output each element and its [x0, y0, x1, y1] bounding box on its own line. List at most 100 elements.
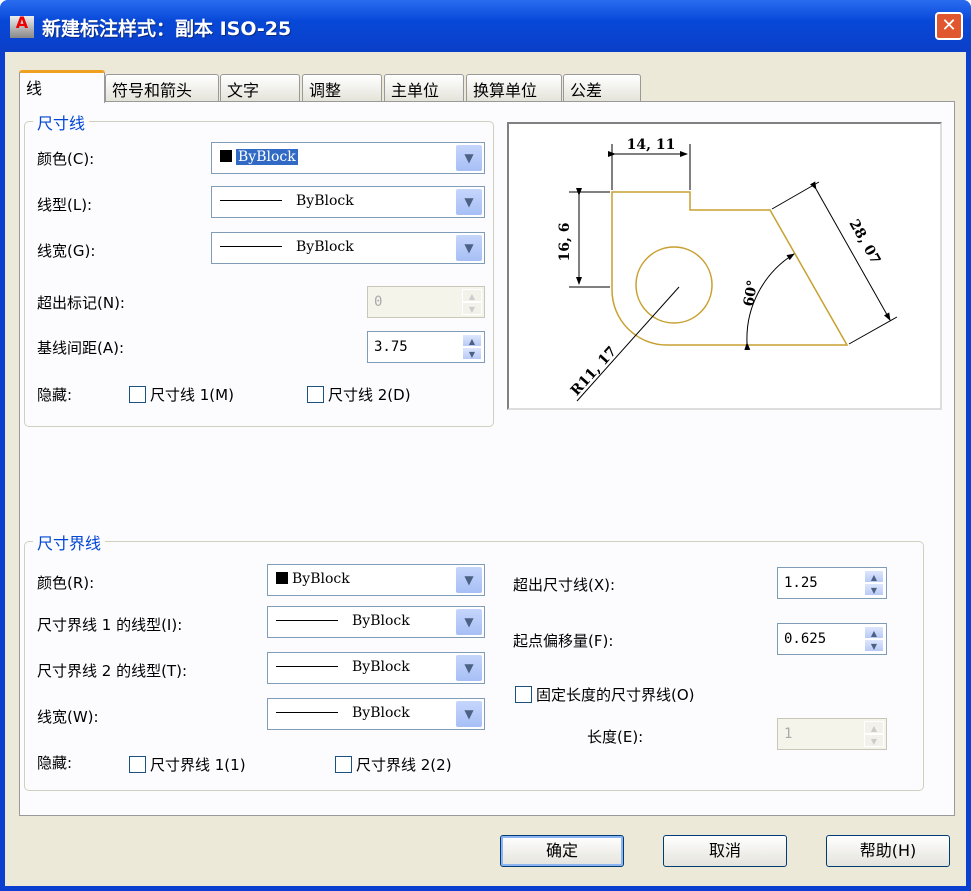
line-sample — [276, 666, 338, 667]
length-label: 长度(E): — [587, 728, 644, 746]
tab-alternate-units[interactable]: 换算单位 — [466, 74, 562, 102]
chevron-down-icon[interactable]: ▼ — [456, 655, 482, 681]
ext-color-label: 颜色(R): — [37, 574, 95, 592]
checkbox-box[interactable] — [515, 686, 532, 703]
chevron-down-icon[interactable]: ▼ — [456, 567, 482, 593]
dim-suppress-label: 隐藏: — [37, 386, 73, 404]
radius-text: R11, 17 — [568, 344, 620, 400]
dim-color-value: ByBlock — [236, 149, 298, 165]
length-spinner[interactable]: 1 ▲ ▼ — [777, 718, 887, 750]
dim-color-label: 颜色(C): — [37, 150, 95, 168]
dim-linetype-label: 线型(L): — [37, 196, 93, 214]
dim-text-left: 16, 6 — [557, 223, 573, 262]
suppress-dim-line-2-checkbox[interactable]: 尺寸线 2(D) — [307, 384, 411, 405]
length-value: 1 — [784, 726, 793, 742]
chevron-down-icon[interactable]: ▼ — [456, 145, 482, 171]
spin-down-icon[interactable]: ▼ — [462, 302, 482, 315]
line-sample — [276, 712, 338, 713]
baseline-spacing-value: 3.75 — [374, 339, 408, 355]
tab-primary-units[interactable]: 主单位 — [384, 74, 464, 102]
extend-beyond-value: 1.25 — [784, 575, 818, 591]
checkbox-box[interactable] — [129, 386, 146, 403]
ext-suppress-label: 隐藏: — [37, 754, 73, 772]
extend-ticks-label: 超出标记(N): — [37, 294, 125, 312]
ext-linetype1-label: 尺寸界线 1 的线型(I): — [37, 616, 183, 634]
ext-linetype2-value: ByBlock — [352, 659, 410, 675]
chevron-down-icon[interactable]: ▼ — [456, 189, 482, 215]
help-button[interactable]: 帮助(H) — [826, 835, 950, 867]
dim-lineweight-value: ByBlock — [296, 239, 354, 255]
tab-fit[interactable]: 调整 — [302, 74, 382, 102]
line-sample — [276, 620, 338, 621]
suppress-dim-line-1-checkbox[interactable]: 尺寸线 1(M) — [129, 384, 234, 405]
autocad-app-icon: A — [10, 15, 34, 38]
ext-color-value: ByBlock — [292, 571, 350, 587]
suppress-ext-line-1-label: 尺寸界线 1(1) — [150, 756, 246, 774]
ext-lineweight-label: 线宽(W): — [37, 708, 99, 726]
dim-text-top: 14, 11 — [627, 137, 676, 153]
dialog-title: 新建标注样式：副本 ISO-25 — [42, 18, 292, 40]
ext-linetype2-select[interactable]: ByBlock ▼ — [267, 652, 485, 684]
dim-lineweight-select[interactable]: ByBlock ▼ — [211, 232, 485, 264]
baseline-spacing-spinner[interactable]: 3.75 ▲ ▼ — [367, 331, 485, 363]
spin-down-icon[interactable]: ▼ — [462, 347, 482, 360]
dimension-lines — [569, 144, 898, 402]
origin-offset-spinner[interactable]: 0.625 ▲ ▼ — [777, 623, 887, 655]
checkbox-box[interactable] — [307, 386, 324, 403]
tab-symbols-arrows[interactable]: 符号和箭头 — [105, 74, 219, 102]
spin-up-icon[interactable]: ▲ — [864, 570, 884, 583]
spin-up-icon[interactable]: ▲ — [462, 289, 482, 302]
dim-lineweight-label: 线宽(G): — [37, 242, 96, 260]
spin-down-icon[interactable]: ▼ — [864, 734, 884, 747]
chevron-down-icon[interactable]: ▼ — [456, 235, 482, 261]
extend-ticks-spinner[interactable]: 0 ▲ ▼ — [367, 286, 485, 318]
chevron-down-icon[interactable]: ▼ — [456, 701, 482, 727]
extend-ticks-value: 0 — [374, 294, 383, 310]
ext-lines-group-label: 尺寸界线 — [33, 530, 106, 554]
ext-linetype1-value: ByBlock — [352, 613, 410, 629]
ext-linetype2-label: 尺寸界线 2 的线型(T): — [37, 662, 188, 680]
dim-linetype-value: ByBlock — [296, 193, 354, 209]
tab-text[interactable]: 文字 — [220, 74, 300, 102]
ext-linetype1-select[interactable]: ByBlock ▼ — [267, 606, 485, 638]
dim-lines-group-label: 尺寸线 — [33, 110, 90, 134]
line-sample — [220, 200, 282, 201]
hole-circle — [635, 246, 713, 324]
title-bar[interactable]: A 新建标注样式：副本 ISO-25 ✕ — [0, 0, 971, 52]
baseline-spacing-label: 基线间距(A): — [37, 339, 125, 357]
suppress-dim-line-1-label: 尺寸线 1(M) — [150, 386, 234, 404]
tab-tolerances[interactable]: 公差 — [563, 74, 641, 102]
spin-down-icon[interactable]: ▼ — [864, 639, 884, 652]
ext-lineweight-value: ByBlock — [352, 705, 410, 721]
close-button[interactable]: ✕ — [935, 12, 963, 40]
spin-up-icon[interactable]: ▲ — [864, 721, 884, 734]
dim-color-select[interactable]: ByBlock ▼ — [211, 142, 485, 174]
dim-text-diagonal: 28, 07 — [846, 217, 884, 267]
checkbox-box[interactable] — [129, 756, 146, 773]
spin-up-icon[interactable]: ▲ — [864, 626, 884, 639]
line-sample — [220, 246, 282, 247]
cancel-button[interactable]: 取消 — [663, 835, 787, 867]
origin-offset-value: 0.625 — [784, 631, 827, 647]
ext-lineweight-select[interactable]: ByBlock ▼ — [267, 698, 485, 730]
extend-beyond-label: 超出尺寸线(X): — [513, 576, 616, 594]
spin-up-icon[interactable]: ▲ — [462, 334, 482, 347]
color-swatch — [276, 572, 288, 584]
dim-linetype-select[interactable]: ByBlock ▼ — [211, 186, 485, 218]
chevron-down-icon[interactable]: ▼ — [456, 609, 482, 635]
angle-text: 60° — [741, 279, 761, 308]
ext-color-select[interactable]: ByBlock ▼ — [267, 564, 485, 596]
tab-lines[interactable]: 线 — [19, 70, 105, 103]
suppress-ext-line-2-checkbox[interactable]: 尺寸界线 2(2) — [335, 754, 452, 775]
checkbox-box[interactable] — [335, 756, 352, 773]
dim-lines-group: 尺寸线 颜色(C): ByBlock ▼ 线型(L): ByBlock ▼ 线宽(G… — [24, 110, 494, 427]
ok-button[interactable]: 确定 — [500, 835, 624, 867]
fixed-length-label: 固定长度的尺寸界线(O) — [536, 686, 695, 704]
suppress-ext-line-1-checkbox[interactable]: 尺寸界线 1(1) — [129, 754, 246, 775]
color-swatch — [220, 150, 232, 162]
spin-down-icon[interactable]: ▼ — [864, 583, 884, 596]
extend-beyond-spinner[interactable]: 1.25 ▲ ▼ — [777, 567, 887, 599]
fixed-length-checkbox[interactable]: 固定长度的尺寸界线(O) — [515, 684, 695, 705]
origin-offset-label: 起点偏移量(F): — [513, 632, 614, 650]
dimension-preview: 14, 11 16, 6 28, 07 60° R11, 17 — [507, 122, 942, 410]
